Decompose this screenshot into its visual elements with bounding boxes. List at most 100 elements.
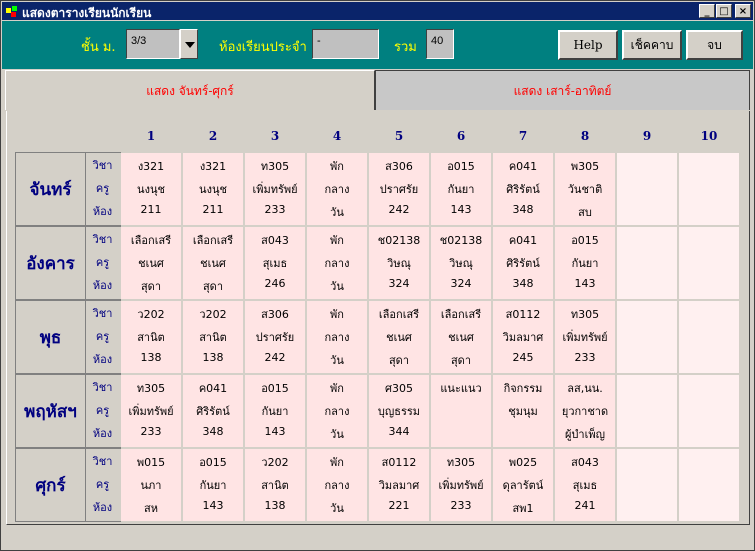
sublabel-teacher: ครู <box>95 182 110 195</box>
schedule-cell[interactable]: ส0112 วิมลมาศ 245 <box>493 301 553 373</box>
cell-subject: เลือกเสรี <box>378 308 420 321</box>
schedule-cell[interactable]: แนะแนว <box>431 375 491 447</box>
schedule-cell[interactable]: ง321 นงนุช 211 <box>121 153 181 225</box>
schedule-cell[interactable]: ช02138 วิษณุ 324 <box>369 227 429 299</box>
schedule-cell[interactable]: พัก กลาง วัน <box>307 153 367 225</box>
schedule-cell[interactable]: ส043 สุเมธ 246 <box>245 227 305 299</box>
row-sublabels: วิชา ครู ห้อง <box>86 226 121 300</box>
cell-subject: ง321 <box>137 160 165 173</box>
cell-subject: เลือกเสรี <box>440 308 482 321</box>
total-field: 40 <box>426 29 454 59</box>
maximize-button[interactable]: □ <box>716 4 732 18</box>
sublabel-teacher: ครู <box>95 330 110 343</box>
schedule-cell[interactable] <box>617 153 677 225</box>
sublabel-room: ห้อง <box>92 427 113 440</box>
schedule-cell[interactable]: เลือกเสรี ชเนศ สุดา <box>121 227 181 299</box>
sublabel-room: ห้อง <box>92 205 113 218</box>
schedule-cell[interactable]: ลส,นน. ยุวกาชาด ผู้บำเพ็ญ <box>555 375 615 447</box>
schedule-cell[interactable]: พัก กลาง วัน <box>307 449 367 521</box>
exit-button[interactable]: จบ <box>686 30 743 60</box>
grade-select[interactable]: 3/3 <box>126 29 180 59</box>
tab-weekend[interactable]: แสดง เสาร์-อาทิตย์ <box>375 70 750 110</box>
cell-room: 211 <box>202 203 224 216</box>
help-button[interactable]: Help <box>558 30 618 60</box>
schedule-cell[interactable]: ท305 เพิ่มทรัพย์ 233 <box>121 375 181 447</box>
main-window: แสดงตารางเรียนนักเรียน _ □ × ชั้น ม. 3/3… <box>0 0 755 551</box>
cell-teacher: วิษณุ <box>449 257 473 270</box>
minimize-button[interactable]: _ <box>699 4 715 18</box>
schedule-cell[interactable]: เลือกเสรี ชเนศ สุดา <box>369 301 429 373</box>
schedule-cell[interactable]: อ015 กันยา 143 <box>555 227 615 299</box>
schedule-cell[interactable] <box>679 301 739 373</box>
schedule-cell[interactable]: ว202 สานิต 138 <box>245 449 305 521</box>
cell-room: วัน <box>330 280 344 293</box>
cell-subject: ส0112 <box>505 308 541 321</box>
schedule-cell[interactable]: ท305 เพิ่มทรัพย์ 233 <box>245 153 305 225</box>
schedule-cell[interactable]: ส306 ปราศรัย 242 <box>245 301 305 373</box>
total-label: รวม <box>394 40 417 55</box>
schedule-cell[interactable]: อ015 กันยา 143 <box>431 153 491 225</box>
schedule-cell[interactable]: พ015 นภา สห <box>121 449 181 521</box>
cell-subject: ท305 <box>446 456 476 469</box>
sublabel-room: ห้อง <box>92 353 113 366</box>
schedule-cell[interactable]: ค041 ศิริรัตน์ 348 <box>493 227 553 299</box>
schedule-cell[interactable]: ค041 ศิริรัตน์ 348 <box>493 153 553 225</box>
cell-subject: ส0112 <box>381 456 417 469</box>
cell-teacher: กันยา <box>571 257 599 270</box>
check-period-button[interactable]: เช็คคาบ <box>622 30 682 60</box>
schedule-cell[interactable]: อ015 กันยา 143 <box>245 375 305 447</box>
schedule-cell[interactable]: ว202 สานิต 138 <box>183 301 243 373</box>
schedule-cell[interactable] <box>617 449 677 521</box>
schedule-cell[interactable]: ส306 ปราศรัย 242 <box>369 153 429 225</box>
schedule-cell[interactable] <box>679 227 739 299</box>
schedule-cell[interactable]: พัก กลาง วัน <box>307 227 367 299</box>
schedule-cell[interactable] <box>617 301 677 373</box>
cell-teacher: วิมลมาศ <box>502 331 544 344</box>
schedule-cell[interactable]: เลือกเสรี ชเนศ สุดา <box>431 301 491 373</box>
cell-room: วัน <box>330 354 344 367</box>
period-header: 3 <box>270 129 280 143</box>
schedule-cell[interactable]: ส043 สุเมธ 241 <box>555 449 615 521</box>
schedule-cell[interactable]: พัก กลาง วัน <box>307 301 367 373</box>
status-area <box>6 529 750 545</box>
close-button[interactable]: × <box>735 4 751 18</box>
schedule-cell[interactable] <box>679 375 739 447</box>
cell-subject: แนะแนว <box>440 382 482 395</box>
cell-teacher: กลาง <box>324 257 350 270</box>
title-bar[interactable]: แสดงตารางเรียนนักเรียน _ □ × <box>2 2 753 20</box>
schedule-cell[interactable]: ส0112 วิมลมาศ 221 <box>369 449 429 521</box>
schedule-cell[interactable] <box>679 449 739 521</box>
schedule-cell[interactable]: พัก กลาง วัน <box>307 375 367 447</box>
app-icon <box>6 6 17 17</box>
day-label: จันทร์ <box>15 152 86 226</box>
schedule-cell[interactable]: อ015 กันยา 143 <box>183 449 243 521</box>
cell-room: 242 <box>264 351 286 364</box>
schedule-cell[interactable]: ท305 เพิ่มทรัพย์ 233 <box>555 301 615 373</box>
schedule-cell[interactable]: ศ305 บุญธรรม 344 <box>369 375 429 447</box>
cell-room: 348 <box>202 425 224 438</box>
schedule-cell[interactable]: ค041 ศิริรัตน์ 348 <box>183 375 243 447</box>
schedule-cell[interactable]: ว202 สานิต 138 <box>121 301 181 373</box>
schedule-cell[interactable] <box>617 375 677 447</box>
row-sublabels: วิชาครูห้อง <box>86 374 121 448</box>
sublabel-teacher: ครู <box>95 478 110 491</box>
sublabel-teacher: ครู <box>95 404 110 417</box>
schedule-cell[interactable]: ท305 เพิ่มทรัพย์ 233 <box>431 449 491 521</box>
schedule-cell[interactable]: ง321 นงนุช 211 <box>183 153 243 225</box>
room-field[interactable]: - <box>312 29 379 59</box>
grade-dropdown-button[interactable] <box>180 29 198 59</box>
sublabel-subject: วิชา <box>92 381 113 394</box>
schedule-cell[interactable]: พ025 ดุลารัตน์ สพ1 <box>493 449 553 521</box>
tab-weekdays[interactable]: แสดง จันทร์-ศุกร์ <box>5 70 375 110</box>
schedule-cell[interactable]: ช02138 วิษณุ 324 <box>431 227 491 299</box>
cell-teacher: นภา <box>140 479 162 492</box>
cell-subject: เลือกเสรี <box>130 234 172 247</box>
cell-subject: กิจกรรม <box>503 382 543 395</box>
schedule-cell[interactable]: เลือกเสรี ชเนศ สุดา <box>183 227 243 299</box>
schedule-cell[interactable]: กิจกรรม ชุมนุม <box>493 375 553 447</box>
schedule-cell[interactable] <box>617 227 677 299</box>
schedule-cell[interactable] <box>679 153 739 225</box>
schedule-cell[interactable]: พ305 วันชาติ สบ <box>555 153 615 225</box>
cell-subject: พัก <box>330 308 344 321</box>
cell-subject: ลส,นน. <box>567 382 603 395</box>
